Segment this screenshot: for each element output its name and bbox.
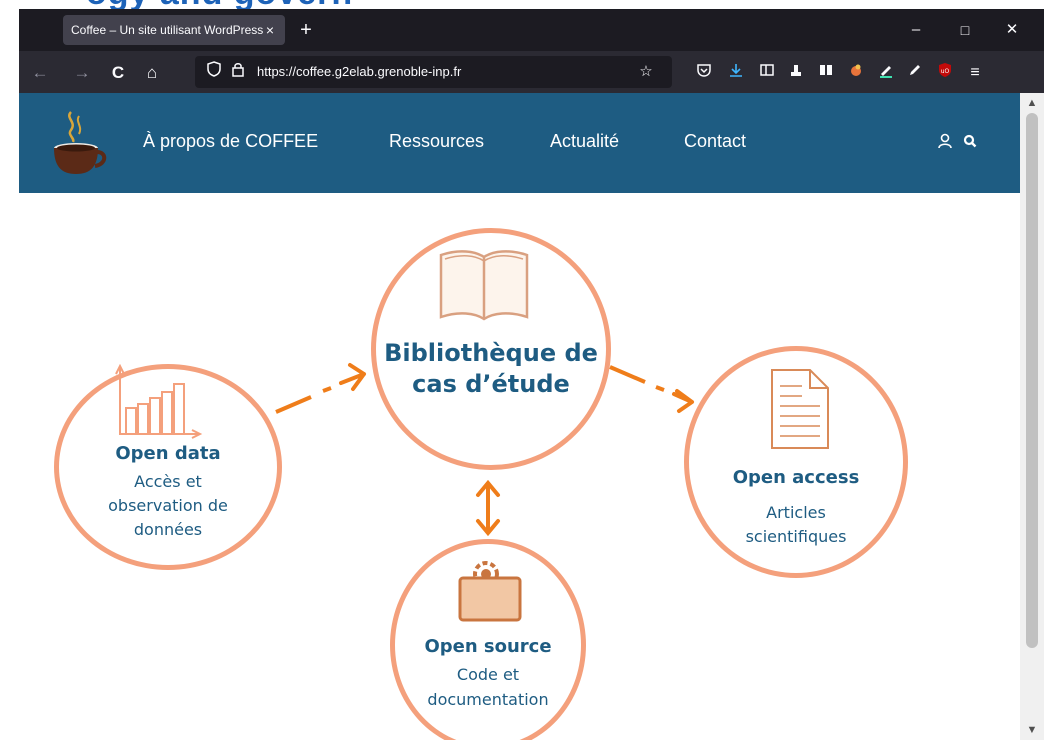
sidebar-icon[interactable]	[756, 62, 778, 84]
browser-window: Coffee – Un site utilisant WordPress × +…	[19, 9, 1044, 740]
shield-icon[interactable]	[203, 61, 225, 83]
open-source-line1: Code et	[456, 665, 520, 684]
menu-icon[interactable]: ≡	[964, 62, 986, 84]
scroll-down-icon[interactable]: ▼	[1020, 722, 1044, 738]
new-tab-button[interactable]: +	[295, 19, 317, 41]
forward-icon[interactable]: →	[71, 62, 93, 84]
open-data-line2: observation de	[108, 496, 228, 515]
open-access-description: Articles scientifiques	[684, 501, 908, 549]
reload-icon[interactable]: C	[107, 62, 129, 84]
open-book-icon	[439, 243, 529, 330]
tab-title: Coffee – Un site utilisant WordPress	[71, 23, 263, 37]
open-data-description: Accès et observation de données	[54, 470, 282, 542]
tab-bar: Coffee – Un site utilisant WordPress × +…	[19, 9, 1044, 51]
gear-folder-icon	[456, 552, 526, 627]
maximize-icon[interactable]: □	[955, 19, 975, 41]
open-source-line2: documentation	[427, 690, 549, 709]
background-page-left	[0, 0, 19, 740]
center-title: Bibliothèque de cas d’étude	[371, 338, 611, 400]
navigation-toolbar: ← → C ⌂ https://coffee.g2elab.grenoble-i…	[19, 51, 1044, 93]
pocket-icon[interactable]	[693, 62, 715, 84]
ublock-icon[interactable]: uO	[934, 62, 956, 84]
open-data-line1: Accès et	[134, 472, 202, 491]
open-source-description: Code et documentation	[390, 662, 586, 712]
lock-icon[interactable]	[227, 61, 249, 83]
highlighter-icon[interactable]	[875, 62, 897, 84]
close-window-icon[interactable]: ✕	[1002, 19, 1022, 41]
minimize-icon[interactable]: –	[906, 19, 926, 41]
open-access-line1: Articles	[766, 503, 826, 522]
bookmark-star-icon[interactable]: ☆	[635, 61, 657, 83]
open-access-title: Open access	[732, 467, 860, 488]
scroll-up-icon[interactable]: ▲	[1020, 95, 1044, 111]
open-data-line3: données	[133, 520, 203, 539]
web-page: À propos de COFFEE Ressources Actualité …	[19, 93, 1020, 740]
reader-icon[interactable]	[815, 62, 837, 84]
close-tab-icon[interactable]: ×	[263, 22, 277, 38]
tab-coffee[interactable]: Coffee – Un site utilisant WordPress ×	[63, 15, 285, 45]
background-heading-fragment: ogy and govern	[86, 0, 353, 9]
extension-stamp-icon[interactable]	[785, 62, 807, 84]
vertical-scrollbar[interactable]: ▲ ▼	[1020, 93, 1044, 740]
pencil-icon[interactable]	[904, 62, 926, 84]
scrollbar-thumb[interactable]	[1026, 113, 1038, 648]
open-access-line2: scientifiques	[745, 527, 847, 546]
extension-fox-icon[interactable]	[845, 62, 867, 84]
back-icon[interactable]: ←	[29, 62, 51, 84]
background-page: ogy and govern	[0, 0, 1044, 9]
open-data-title: Open data	[115, 443, 221, 464]
svg-text:uO: uO	[941, 68, 950, 75]
downloads-icon[interactable]	[725, 62, 747, 84]
center-title-line1: Bibliothèque de	[384, 339, 598, 367]
url-text[interactable]: https://coffee.g2elab.grenoble-inp.fr	[257, 64, 461, 79]
home-icon[interactable]: ⌂	[141, 62, 163, 84]
bar-chart-icon	[114, 363, 204, 449]
address-bar[interactable]: https://coffee.g2elab.grenoble-inp.fr ☆	[195, 56, 672, 88]
open-source-title: Open source	[424, 636, 552, 657]
document-icon	[770, 368, 830, 455]
center-title-line2: cas d’étude	[412, 370, 570, 398]
